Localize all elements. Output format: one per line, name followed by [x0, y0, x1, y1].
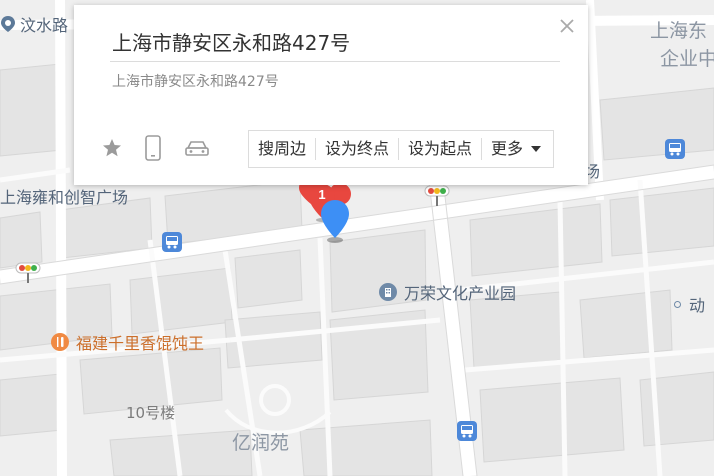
star-icon[interactable]: [101, 137, 123, 164]
poi-dong[interactable]: 动: [674, 292, 705, 316]
poi-yirun[interactable]: 亿润苑: [232, 428, 289, 455]
poi-building10-label: 10号楼: [126, 404, 176, 422]
poi-dong-label: 动: [689, 296, 706, 315]
more-label: 更多: [491, 139, 524, 158]
poi-yonghe-square[interactable]: 上海雍和创智广场: [0, 184, 128, 208]
divider: [110, 61, 560, 62]
restaurant-icon: [51, 333, 69, 351]
district-enterprise-label: 企业中: [660, 48, 714, 70]
location-info-window: 上海市静安区永和路427号 上海市静安区永和路427号 搜周边 设为终点 设为起…: [74, 5, 588, 185]
traffic-light-icon: [424, 185, 450, 211]
district-enterprise: 企业中: [660, 44, 714, 71]
car-icon[interactable]: [184, 139, 210, 164]
bus-stop-icon[interactable]: [664, 138, 686, 164]
poi-yonghe-square-label: 上海雍和创智广场: [0, 188, 129, 207]
more-dropdown-button[interactable]: 更多: [481, 138, 553, 160]
poi-fujian-wonton[interactable]: 福建千里香馄饨王: [50, 330, 204, 354]
traffic-light-icon: [15, 262, 41, 288]
poi-yirun-label: 亿润苑: [232, 432, 290, 454]
district-shanghai-east-label: 上海东: [650, 20, 708, 42]
set-origin-button[interactable]: 设为起点: [398, 138, 481, 160]
district-shanghai-east: 上海东: [650, 16, 707, 43]
phone-icon[interactable]: [144, 135, 162, 166]
poi-wanrong[interactable]: 万荣文化产业园: [378, 280, 516, 304]
building-icon: [379, 283, 397, 301]
bus-stop-icon[interactable]: [456, 420, 478, 446]
poi-wenshui-label: 汶水路: [20, 16, 69, 35]
location-marker-icon[interactable]: [318, 198, 352, 248]
close-icon[interactable]: [558, 17, 576, 35]
location-title: 上海市静安区永和路427号: [112, 31, 351, 55]
action-bar: 搜周边 设为终点 设为起点 更多: [248, 130, 555, 168]
poi-building10[interactable]: 10号楼: [126, 402, 175, 423]
search-nearby-button[interactable]: 搜周边: [249, 138, 315, 160]
location-address: 上海市静安区永和路427号: [112, 74, 279, 90]
poi-dot-icon: [674, 300, 681, 308]
set-destination-button[interactable]: 设为终点: [315, 138, 398, 160]
poi-fujian-label: 福建千里香馄饨王: [76, 334, 205, 353]
poi-wanrong-label: 万荣文化产业园: [404, 284, 517, 303]
poi-wenshui[interactable]: 汶水路: [0, 12, 68, 36]
chevron-down-icon: [531, 146, 542, 152]
bus-stop-icon[interactable]: [161, 231, 183, 257]
location-pin-icon: [1, 16, 15, 32]
